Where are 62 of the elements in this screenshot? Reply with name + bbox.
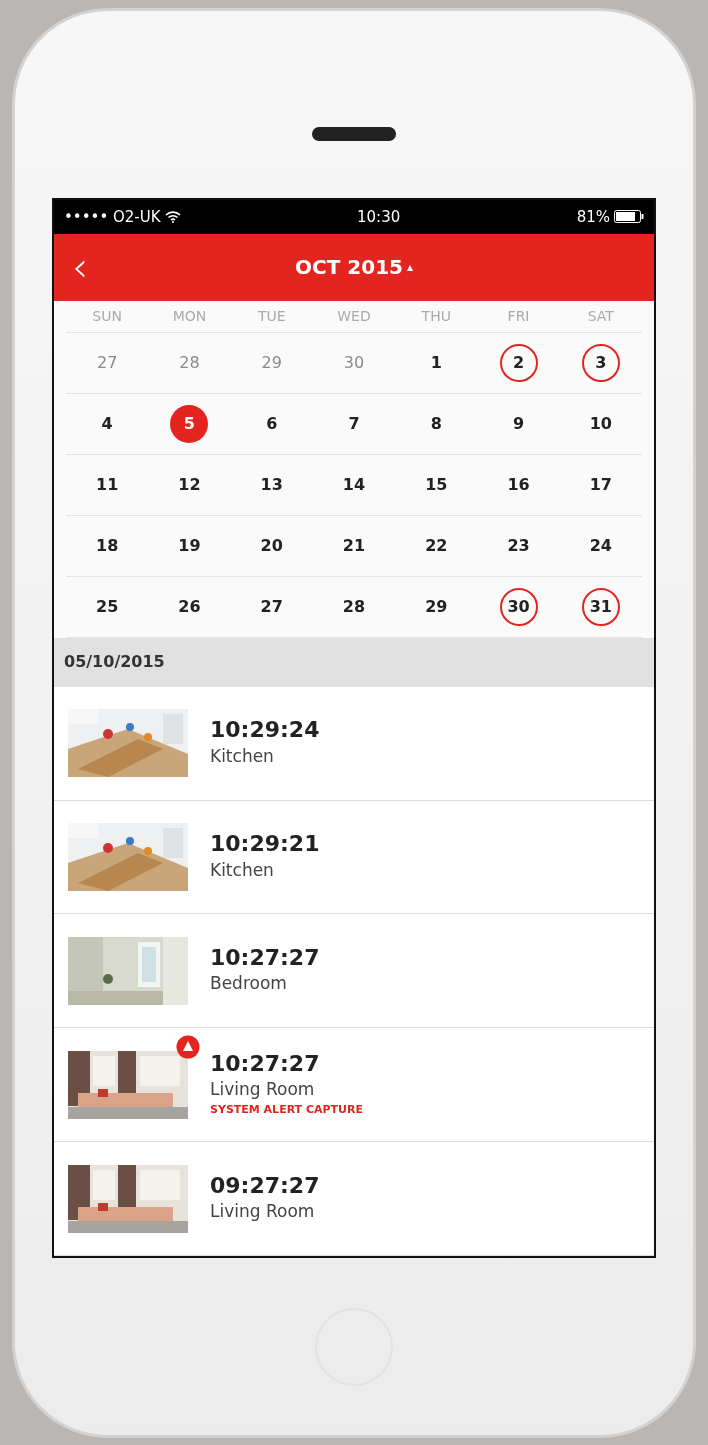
room-name: Bedroom bbox=[210, 972, 288, 996]
capture-time: 09:27:27 bbox=[210, 1172, 320, 1200]
calendar-day[interactable]: 22 bbox=[417, 526, 456, 565]
capture-row[interactable]: 10:27:27 Bedroom bbox=[54, 914, 654, 1029]
room-name: Kitchen bbox=[210, 744, 275, 768]
capture-time: 10:27:27 bbox=[210, 944, 320, 972]
calendar-day[interactable]: 9 bbox=[499, 404, 538, 443]
calendar-day[interactable]: 20 bbox=[252, 526, 291, 565]
capture-time: 10:29:24 bbox=[210, 717, 320, 744]
weekday-label: SUN bbox=[92, 306, 122, 326]
capture-row[interactable]: 10:29:24 Kitchen bbox=[54, 686, 654, 801]
calendar-day[interactable]: 26 bbox=[170, 587, 209, 626]
calendar-day[interactable]: 13 bbox=[252, 465, 291, 504]
carrier-label: ••••• O2-UK bbox=[64, 206, 161, 228]
room-name: Kitchen bbox=[210, 858, 275, 882]
clock-label: 10:30 bbox=[357, 206, 401, 228]
calendar-day[interactable]: 25 bbox=[88, 587, 127, 626]
calendar-day[interactable]: 3 bbox=[581, 343, 620, 382]
calendar-day[interactable]: 7 bbox=[335, 404, 373, 443]
calendar-day[interactable]: 8 bbox=[417, 404, 456, 443]
caret-icon: ▴ bbox=[406, 258, 413, 276]
calendar-day[interactable]: 15 bbox=[417, 465, 456, 504]
alert-note: SYSTEM ALERT CAPTURE bbox=[210, 1102, 364, 1119]
calendar-day[interactable]: 17 bbox=[581, 465, 620, 504]
capture-time: 10:27:27 bbox=[210, 1050, 321, 1077]
calendar-day[interactable]: 29 bbox=[417, 587, 456, 626]
capture-row[interactable]: 10:29:21 Kitchen bbox=[54, 800, 654, 915]
battery-icon bbox=[614, 210, 644, 224]
capture-time: 10:29:21 bbox=[210, 831, 320, 858]
back-button[interactable]: ‹ bbox=[54, 247, 106, 287]
calendar-day[interactable]: 19 bbox=[170, 526, 209, 565]
calendar-day[interactable]: 2 bbox=[499, 343, 538, 382]
weekday-label: WED bbox=[337, 306, 371, 326]
calendar-day[interactable]: 27 bbox=[252, 587, 291, 626]
calendar-day[interactable]: 16 bbox=[499, 465, 538, 504]
calendar-day[interactable]: 1 bbox=[417, 343, 456, 382]
calendar-day[interactable]: 5 bbox=[170, 404, 209, 443]
calendar-day[interactable]: 14 bbox=[335, 465, 373, 504]
battery-percent: 81% bbox=[576, 206, 610, 228]
weekday-label: TUE bbox=[257, 306, 286, 326]
capture-row[interactable]: 09:27:27 Living Room bbox=[54, 1142, 654, 1256]
calendar-day[interactable]: 28 bbox=[335, 587, 373, 626]
calendar-day[interactable]: 31 bbox=[581, 587, 620, 626]
weekday-label: SAT bbox=[587, 306, 614, 326]
calendar-day[interactable]: 6 bbox=[252, 404, 291, 443]
calendar-day[interactable]: 11 bbox=[88, 465, 127, 504]
calendar-day[interactable]: 21 bbox=[335, 526, 373, 565]
calendar-day[interactable]: 24 bbox=[581, 526, 620, 565]
calendar-day[interactable]: 12 bbox=[170, 465, 209, 504]
calendar-day[interactable]: 30 bbox=[499, 587, 538, 626]
calendar-day[interactable]: 23 bbox=[499, 526, 538, 565]
date-heading: 05/10/2015 bbox=[64, 651, 165, 674]
calendar-day[interactable]: 18 bbox=[88, 526, 127, 565]
weekday-label: MON bbox=[172, 306, 207, 326]
calendar-day[interactable]: 10 bbox=[581, 404, 620, 443]
weekday-label: FRI bbox=[507, 306, 530, 326]
month-title-button[interactable]: OCT 2015 bbox=[295, 252, 403, 282]
weekday-label: THU bbox=[421, 306, 451, 326]
room-name: Living Room bbox=[210, 1200, 316, 1224]
calendar-day[interactable]: 4 bbox=[88, 404, 127, 443]
room-name: Living Room bbox=[210, 1077, 316, 1101]
wifi-icon bbox=[164, 210, 181, 223]
